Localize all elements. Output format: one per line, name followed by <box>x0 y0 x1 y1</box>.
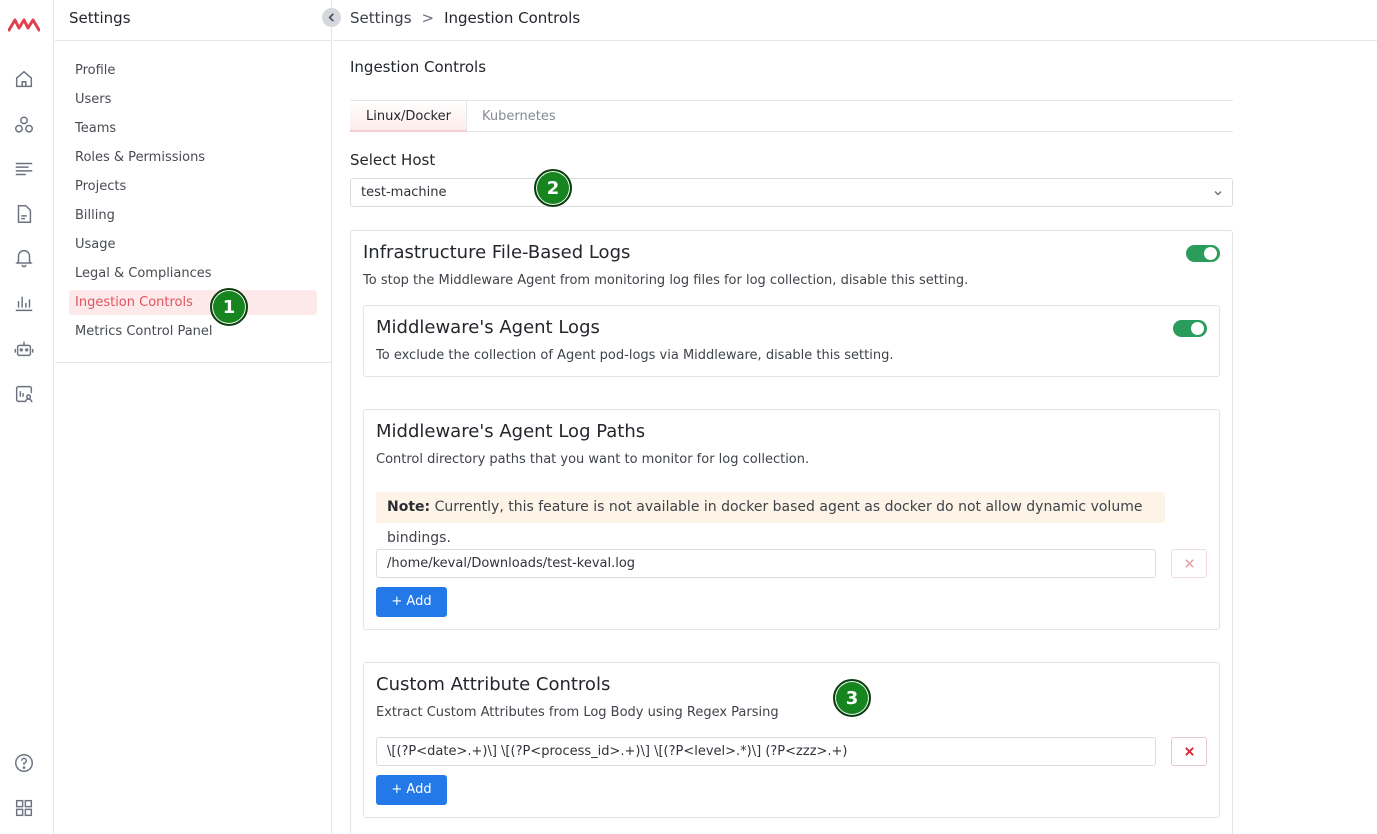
settings-menu: Profile Users Teams Roles & Permissions … <box>69 58 317 348</box>
sidebar-title: Settings <box>69 9 131 27</box>
select-host-label: Select Host <box>350 151 436 169</box>
platform-tabs: Linux/Docker Kubernetes <box>350 100 1233 132</box>
user-monitor-icon[interactable] <box>13 383 35 405</box>
close-icon <box>1184 747 1194 756</box>
infra-logs-description: To stop the Middleware Agent from monito… <box>363 273 969 288</box>
sidebar-item-usage[interactable]: Usage <box>69 232 317 257</box>
custom-attrs-title: Custom Attribute Controls <box>376 674 611 695</box>
middleware-logo-icon[interactable] <box>7 12 41 36</box>
breadcrumb: Settings > Ingestion Controls <box>350 9 580 27</box>
infra-logs-title: Infrastructure File-Based Logs <box>363 242 631 263</box>
agent-logs-toggle[interactable] <box>1173 320 1207 337</box>
log-paths-title: Middleware's Agent Log Paths <box>376 421 646 442</box>
breadcrumb-separator: > <box>421 9 435 27</box>
add-regex-pattern-button[interactable]: + Add <box>376 775 447 805</box>
logs-icon[interactable] <box>13 158 35 180</box>
agent-logs-card: Middleware's Agent Logs To exclude the c… <box>363 305 1220 377</box>
log-paths-description: Control directory paths that you want to… <box>376 452 810 467</box>
note-text: Currently, this feature is not available… <box>387 499 1143 546</box>
sidebar-item-legal-compliances[interactable]: Legal & Compliances <box>69 261 317 286</box>
step-badge-1: 1 <box>210 288 248 326</box>
sidebar-divider <box>55 362 332 363</box>
tab-linux-docker[interactable]: Linux/Docker <box>350 101 467 132</box>
step-badge-3: 3 <box>833 679 871 717</box>
top-bar: Settings > Ingestion Controls <box>333 0 1377 41</box>
chevron-down-icon <box>1214 190 1222 196</box>
bell-icon[interactable] <box>13 246 35 268</box>
regex-pattern-input[interactable]: \[(?P<date>.+)\] \[(?P<process_id>.+)\] … <box>376 737 1156 766</box>
grid-icon[interactable] <box>13 797 35 819</box>
robot-icon[interactable] <box>13 338 35 360</box>
infra-logs-card: Infrastructure File-Based Logs To stop t… <box>350 230 1233 834</box>
collapse-sidebar-button[interactable] <box>322 8 341 27</box>
docker-note-banner: Note: Currently, this feature is not ava… <box>376 492 1165 546</box>
bar-chart-icon[interactable] <box>13 292 35 314</box>
step-badge-2: 2 <box>534 169 572 207</box>
custom-attribute-card: Custom Attribute Controls Extract Custom… <box>363 662 1220 818</box>
sidebar-item-users[interactable]: Users <box>69 87 317 112</box>
add-log-path-button[interactable]: + Add <box>376 587 447 617</box>
sidebar-item-billing[interactable]: Billing <box>69 203 317 228</box>
sidebar-item-profile[interactable]: Profile <box>69 58 317 83</box>
chevron-left-icon <box>328 13 334 22</box>
sidebar-header: Settings <box>55 0 332 41</box>
breadcrumb-settings-link[interactable]: Settings <box>350 9 412 27</box>
sidebar-item-teams[interactable]: Teams <box>69 116 317 141</box>
sidebar-item-ingestion-controls[interactable]: Ingestion Controls <box>69 290 317 315</box>
sidebar-item-projects[interactable]: Projects <box>69 174 317 199</box>
agent-log-paths-card: Middleware's Agent Log Paths Control dir… <box>363 409 1220 630</box>
custom-attrs-description: Extract Custom Attributes from Log Body … <box>376 705 779 720</box>
tab-kubernetes[interactable]: Kubernetes <box>466 101 572 132</box>
infra-logs-toggle[interactable] <box>1186 245 1220 262</box>
sidebar-item-roles-permissions[interactable]: Roles & Permissions <box>69 145 317 170</box>
note-label: Note: <box>387 499 431 515</box>
host-select-value: test-machine <box>361 185 447 200</box>
icon-rail <box>0 0 54 834</box>
agent-logs-description: To exclude the collection of Agent pod-l… <box>376 348 894 363</box>
host-select[interactable]: test-machine <box>350 178 1233 207</box>
document-icon[interactable] <box>13 203 35 225</box>
help-icon[interactable] <box>13 752 35 774</box>
breadcrumb-current: Ingestion Controls <box>444 9 581 27</box>
remove-log-path-button[interactable] <box>1171 549 1207 578</box>
remove-regex-pattern-button[interactable] <box>1171 737 1207 766</box>
close-icon <box>1184 559 1194 568</box>
page-title: Ingestion Controls <box>350 58 487 76</box>
sidebar-item-metrics-control-panel[interactable]: Metrics Control Panel <box>69 319 317 344</box>
agent-logs-title: Middleware's Agent Logs <box>376 317 600 338</box>
log-path-input[interactable]: /home/keval/Downloads/test-keval.log <box>376 549 1156 578</box>
home-icon[interactable] <box>13 68 35 90</box>
settings-sidebar: Settings Profile Users Teams Roles & Per… <box>55 0 332 834</box>
services-icon[interactable] <box>13 114 35 136</box>
